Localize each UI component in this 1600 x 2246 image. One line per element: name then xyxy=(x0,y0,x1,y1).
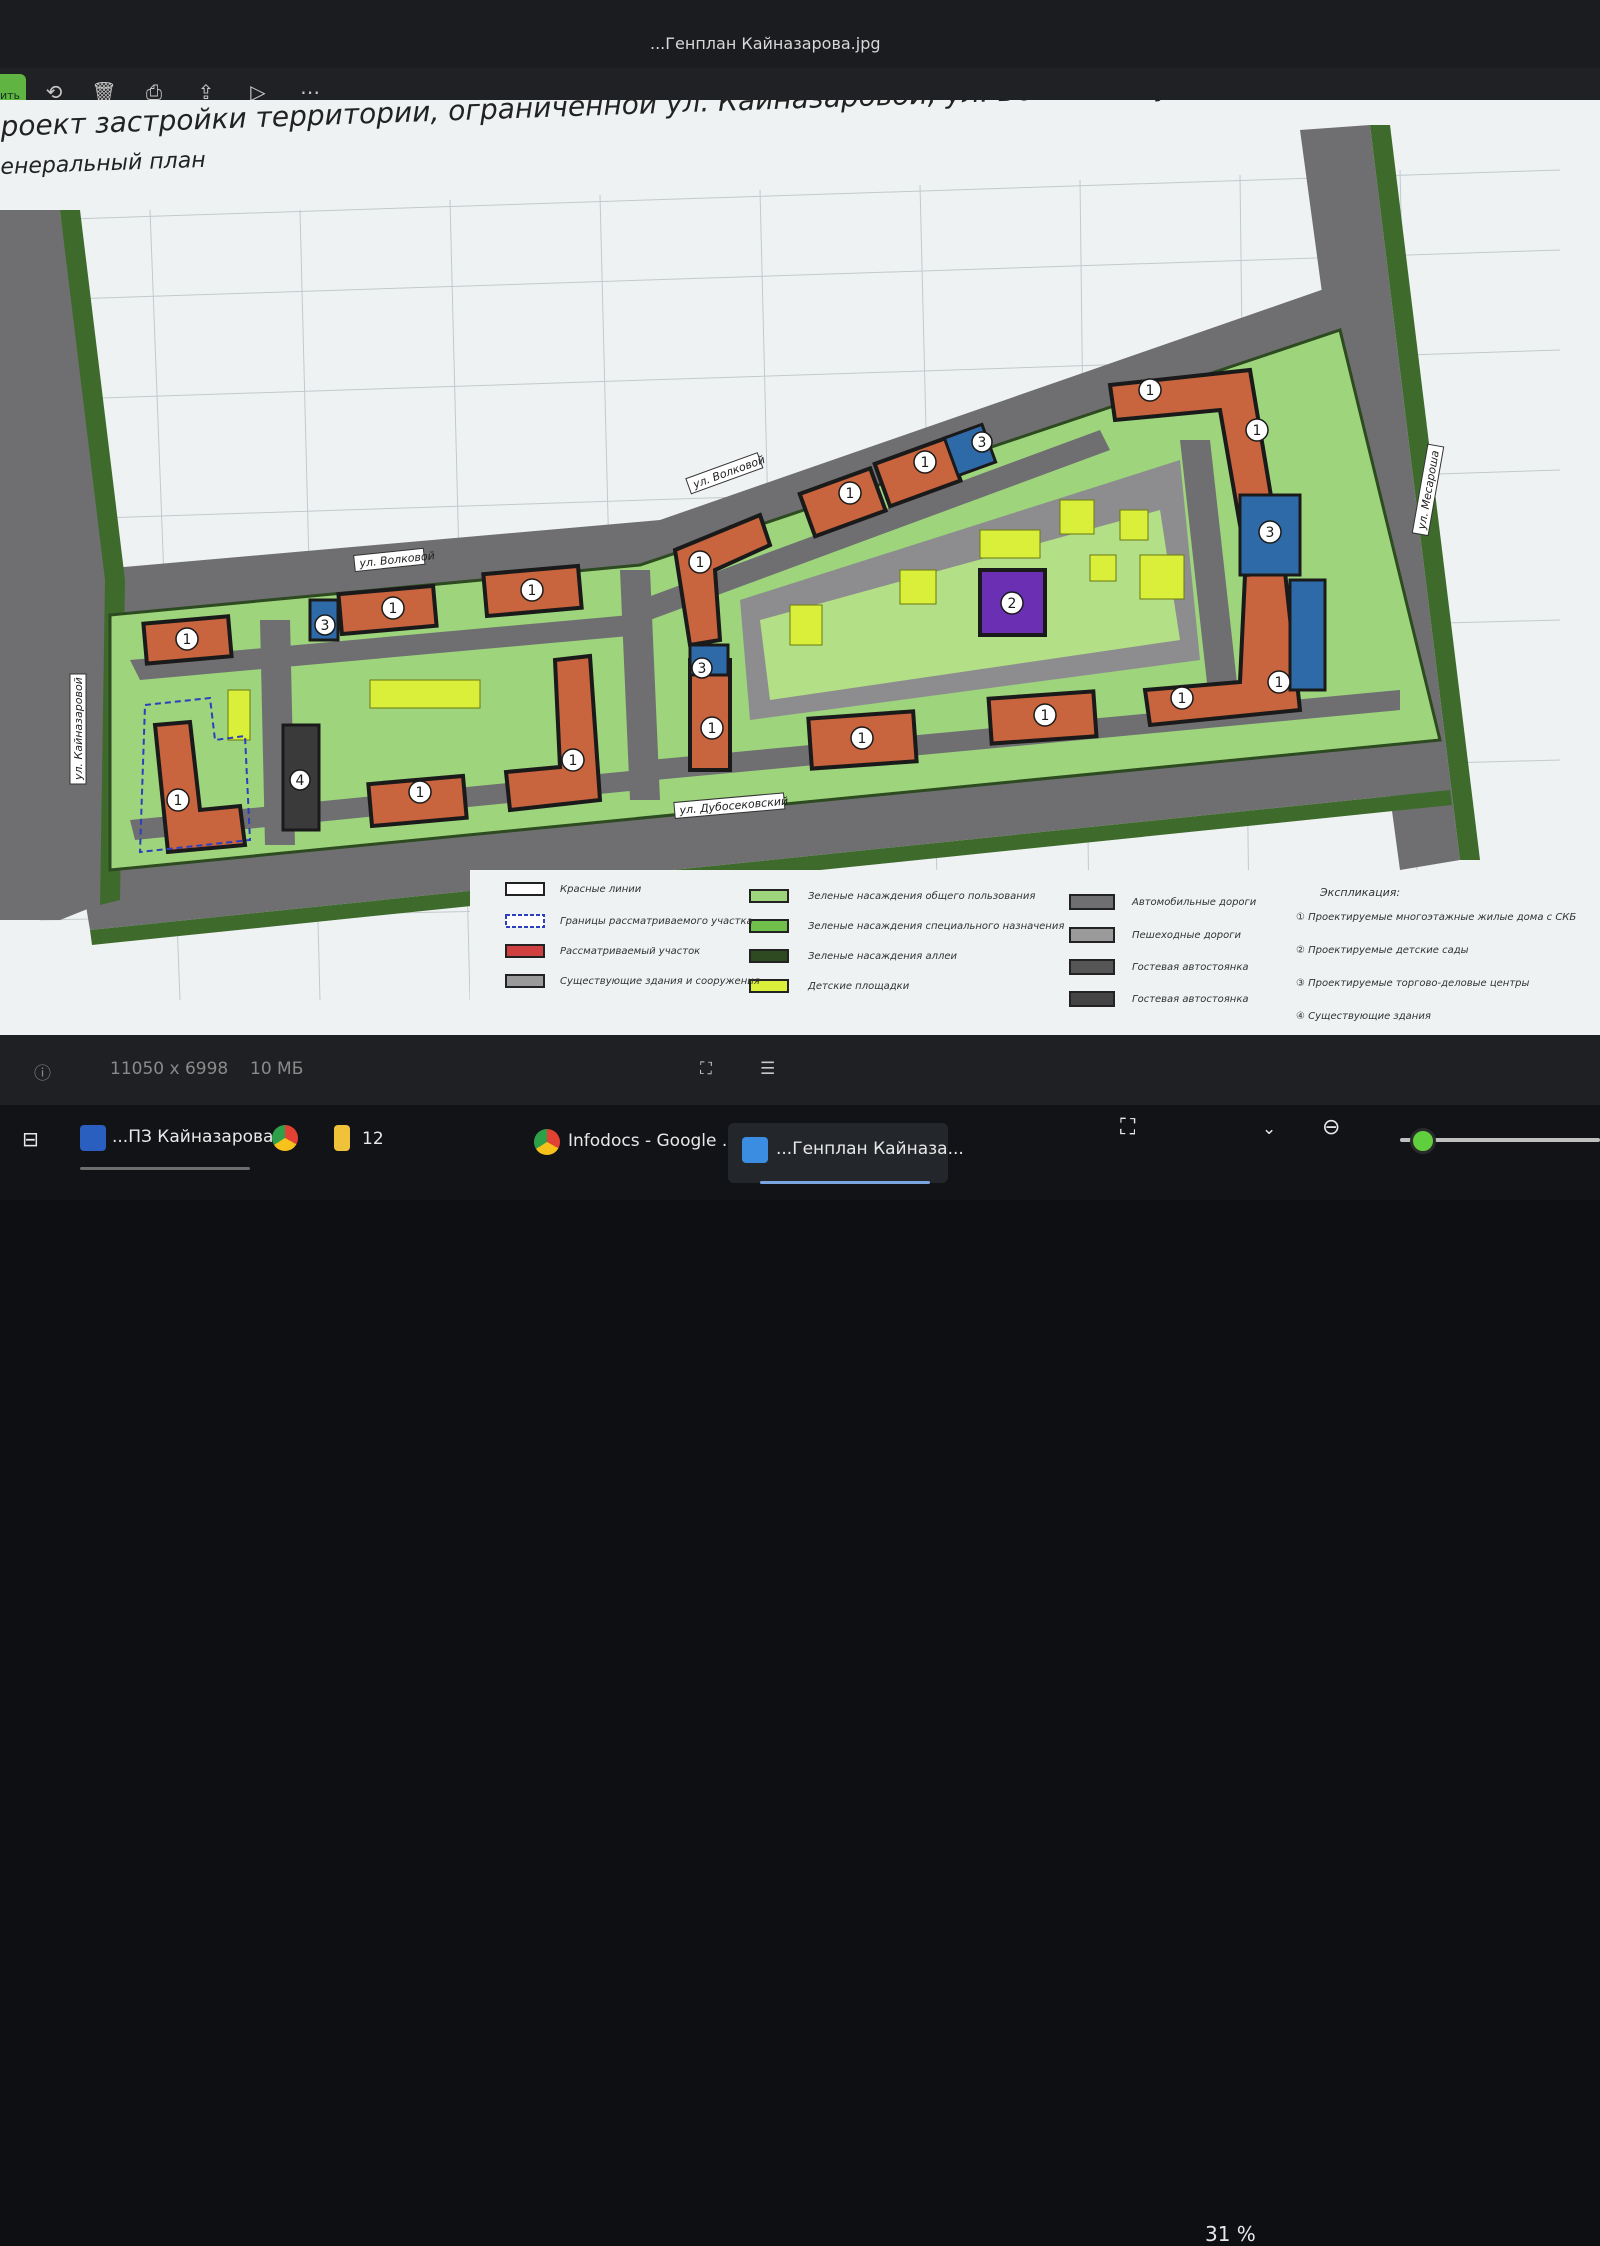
explication-title: Экспликация: xyxy=(1320,886,1401,899)
word-icon xyxy=(80,1125,106,1151)
legend-public-green: Зеленые насаждения общего пользования xyxy=(808,891,1036,902)
folder-icon xyxy=(334,1125,350,1151)
photos-active-indicator xyxy=(760,1181,930,1184)
svg-text:1: 1 xyxy=(569,753,578,769)
svg-text:3: 3 xyxy=(1266,525,1275,541)
street-label-kainazarovoy: ул. Кайназаровой xyxy=(72,677,85,781)
explication-item-3: ③ Проектируемые торгово-деловые центры xyxy=(1296,978,1530,989)
zoom-out-icon[interactable]: ⊖ xyxy=(1322,1115,1340,1140)
explication-item-1: ① Проектируемые многоэтажные жилые дома … xyxy=(1296,912,1577,923)
legend-roads: Автомобильные дороги xyxy=(1132,897,1257,908)
svg-text:2: 2 xyxy=(1008,596,1017,612)
taskbar-photos[interactable]: ...Генплан Кайназа... xyxy=(776,1139,964,1159)
svg-text:1: 1 xyxy=(174,793,183,809)
explication-item-2: ② Проектируемые детские сады xyxy=(1296,945,1469,956)
chrome-icon[interactable] xyxy=(272,1125,298,1151)
title-bar: ...Генплан Кайназарова.jpg xyxy=(0,0,1600,68)
word-active-indicator xyxy=(80,1167,250,1170)
legend-existing: Существующие здания и сооружения xyxy=(560,976,760,987)
taskbar: ⊟ ...ПЗ Кайназарова ... 12 Infodocs - Go… xyxy=(0,1105,1600,2246)
svg-text:1: 1 xyxy=(1146,383,1155,399)
legend-parking-2: Гостевая автостоянка xyxy=(1132,994,1249,1005)
image-dimensions: 11050 x 6998 xyxy=(110,1059,229,1079)
svg-text:1: 1 xyxy=(1041,708,1050,724)
svg-text:4: 4 xyxy=(296,773,305,789)
svg-text:1: 1 xyxy=(708,721,717,737)
zoom-level: 31 % xyxy=(1205,2222,1256,2246)
legend-parking-1: Гостевая автостоянка xyxy=(1132,962,1249,973)
info-icon[interactable]: ⓘ xyxy=(34,1059,51,1084)
street-label-volkovoy-2: ул. Волковой xyxy=(690,453,766,491)
legend-boundary: Границы рассматриваемого участка xyxy=(560,916,753,927)
svg-text:1: 1 xyxy=(858,731,867,747)
image-viewer-window: ...Генплан Кайназарова.jpg ить ⟲ 🗑 ⎙ ⇪ ▷… xyxy=(0,0,1600,1105)
svg-text:1: 1 xyxy=(389,601,398,617)
svg-text:1: 1 xyxy=(416,785,425,801)
legend-walkways: Пешеходные дороги xyxy=(1132,930,1241,941)
legend-red-lines: Красные линии xyxy=(560,884,642,895)
svg-text:1: 1 xyxy=(528,583,537,599)
photos-icon xyxy=(742,1137,768,1163)
svg-text:1: 1 xyxy=(921,455,930,471)
taskbar-chrome-tab[interactable]: Infodocs - Google ... xyxy=(568,1131,738,1151)
legend-site: Рассматриваемый участок xyxy=(560,946,701,957)
text-select-icon[interactable]: ☰ xyxy=(760,1059,775,1079)
legend-alley-green: Зеленые насаждения аллеи xyxy=(808,951,958,962)
svg-text:1: 1 xyxy=(183,632,192,648)
svg-text:3: 3 xyxy=(698,661,707,677)
window-title: ...Генплан Кайназарова.jpg xyxy=(650,34,881,53)
chrome-tab-icon xyxy=(534,1129,560,1155)
plan-image[interactable]: роект застройки территории, ограниченной… xyxy=(0,100,1600,1035)
svg-text:1: 1 xyxy=(1178,691,1187,707)
svg-text:3: 3 xyxy=(321,618,330,634)
zoom-slider-knob[interactable] xyxy=(1410,1128,1436,1154)
file-size: 10 МБ xyxy=(250,1059,304,1079)
svg-text:1: 1 xyxy=(696,555,705,571)
fit-icon[interactable]: ⛶ xyxy=(700,1059,712,1079)
fullscreen-icon[interactable]: ⛶ xyxy=(1120,1115,1135,1140)
taskbar-word-doc[interactable]: ...ПЗ Кайназарова ... xyxy=(112,1127,295,1147)
legend-special-green: Зеленые насаждения специального назначен… xyxy=(808,921,1065,932)
svg-text:1: 1 xyxy=(846,486,855,502)
zoom-dropdown-icon[interactable]: ⌄ xyxy=(1262,1119,1276,1139)
svg-text:1: 1 xyxy=(1253,423,1262,439)
legend-playgrounds: Детские площадки xyxy=(808,981,910,992)
status-bar: ⓘ 11050 x 6998 10 МБ ⛶ ☰ xyxy=(0,1045,1600,1105)
task-view-icon[interactable]: ⊟ xyxy=(22,1127,39,1151)
svg-text:1: 1 xyxy=(1275,675,1284,691)
explication-item-4: ④ Существующие здания xyxy=(1296,1011,1431,1022)
taskbar-folder-count[interactable]: 12 xyxy=(362,1129,384,1149)
svg-text:3: 3 xyxy=(978,435,987,451)
